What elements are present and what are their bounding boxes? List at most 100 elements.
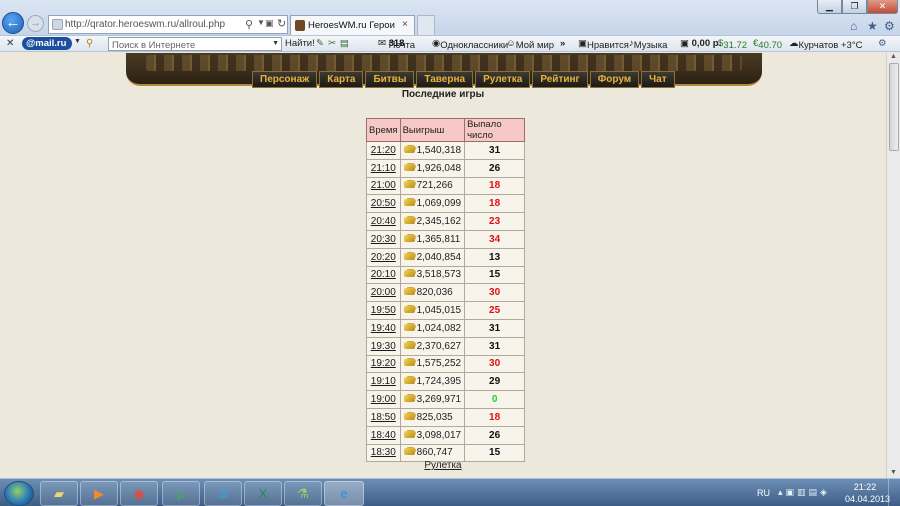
nav-item-4[interactable]: Рулетка (475, 71, 531, 88)
clock-date[interactable]: 04.04.2013 (845, 494, 890, 504)
more-button[interactable]: » (560, 38, 565, 49)
mail-button[interactable]: ✉ Почта 318 (378, 38, 415, 51)
utorrent-icon[interactable]: µ (162, 481, 200, 506)
search-icon[interactable]: ⚲ (245, 18, 253, 31)
find-button[interactable]: Найти! (285, 38, 315, 49)
game-time-link[interactable]: 20:40 (371, 216, 396, 227)
nav-item-3[interactable]: Таверна (416, 71, 474, 88)
scroll-down-icon[interactable]: ▼ (890, 469, 897, 476)
game-time-link[interactable]: 19:10 (371, 376, 396, 387)
number-cell: 30 (464, 283, 526, 303)
music-button[interactable]: ♪ Музыка (629, 38, 667, 51)
game-time-link[interactable]: 20:30 (371, 234, 396, 245)
compat-view-icon[interactable]: ▣ (265, 18, 274, 29)
win-cell: 1,575,252 (399, 354, 466, 374)
time-cell: 20:20 (366, 247, 401, 267)
time-cell: 21:00 (366, 176, 401, 196)
game-time-link[interactable]: 20:50 (371, 198, 396, 209)
close-icon[interactable]: ✕ (6, 38, 14, 49)
eur-value: 40.70 (758, 40, 783, 51)
roulette-link[interactable]: Рулетка (0, 460, 886, 471)
explorer-icon[interactable]: ▰ (40, 481, 78, 506)
table-row: 20:20 2,040,854 13 (366, 247, 526, 267)
number-cell: 31 (464, 141, 526, 160)
home-icon[interactable]: ⌂ (850, 19, 857, 33)
maximize-button[interactable]: ❐ (842, 0, 867, 14)
game-time-link[interactable]: 19:50 (371, 305, 396, 316)
game-time-link[interactable]: 21:00 (371, 180, 396, 191)
refresh-icon[interactable]: ↻ (277, 17, 286, 30)
star-icon[interactable]: ★ (867, 19, 878, 33)
eur-rate[interactable]: €40.70 (753, 38, 782, 51)
toolbar-extra-icon[interactable]: ⚙ (878, 38, 887, 49)
myworld-button[interactable]: ☺ Мой мир (506, 38, 554, 51)
site-icon (52, 19, 63, 30)
usd-rate[interactable]: $31.72 (718, 38, 747, 51)
language-indicator[interactable]: RU (757, 488, 770, 498)
nav-item-0[interactable]: Персонаж (252, 71, 318, 88)
nav-item-5[interactable]: Рейтинг (532, 71, 588, 88)
address-bar[interactable]: http://qrator.heroeswm.ru/allroul.php ⚲ … (48, 15, 288, 34)
scrollbar[interactable]: ▲ ▼ (886, 53, 900, 478)
nav-item-7[interactable]: Чат (641, 71, 675, 88)
toolbar-tools-icon[interactable]: ✎✂▤ (316, 38, 353, 49)
start-button[interactable] (4, 481, 34, 506)
number-cell: 31 (464, 318, 526, 338)
nav-item-2[interactable]: Битвы (365, 71, 415, 88)
internet-explorer-icon[interactable]: e (324, 481, 364, 506)
page-content: Персонаж Карта Битвы Таверна Рулетка Рейтинг Ф… (0, 53, 886, 478)
scroll-up-icon[interactable]: ▲ (890, 53, 897, 60)
forward-button[interactable]: → (27, 15, 44, 32)
chrome-icon[interactable]: ◉ (120, 481, 158, 506)
window-close-button[interactable]: ✕ (867, 0, 898, 14)
gold-icon (403, 448, 415, 456)
mailru-logo[interactable]: @mail.ru (22, 37, 72, 50)
game-time-link[interactable]: 18:40 (371, 430, 396, 441)
chevron-down-icon[interactable]: ▼ (272, 40, 279, 47)
tray-icons[interactable]: ▴▣▥▤◈ (778, 487, 830, 498)
table-row: 18:50 825,035 18 (366, 407, 526, 427)
search-input[interactable]: Поиск в Интернете ▼ (108, 37, 282, 51)
skype-icon[interactable]: S (204, 481, 242, 506)
table-row: 20:00 820,036 30 (366, 283, 526, 303)
chevron-down-icon[interactable]: ▼ (257, 18, 265, 27)
gear-icon[interactable]: ⚙ (884, 19, 895, 33)
game-time-link[interactable]: 20:10 (371, 269, 396, 280)
media-player-icon[interactable]: ▶ (80, 481, 118, 506)
gold-icon (403, 341, 415, 349)
close-icon[interactable]: × (402, 19, 408, 30)
clock-time[interactable]: 21:22 (847, 482, 883, 492)
money-widget[interactable]: ▣ 0,00 р. (680, 38, 721, 49)
game-time-link[interactable]: 21:20 (371, 145, 396, 156)
game-time-link[interactable]: 21:10 (371, 163, 396, 174)
scroll-thumb[interactable] (889, 63, 899, 151)
search-icon[interactable]: ⚲ (86, 38, 93, 49)
table-row: 21:20 1,540,318 31 (366, 141, 526, 160)
nav-item-1[interactable]: Карта (319, 71, 364, 88)
weather-widget[interactable]: ☁ Курчатов +3°С (789, 38, 862, 51)
game-time-link[interactable]: 18:50 (371, 412, 396, 423)
nav-item-6[interactable]: Форум (589, 71, 640, 88)
game-time-link[interactable]: 18:30 (371, 447, 396, 458)
game-time-link[interactable]: 19:20 (371, 358, 396, 369)
tab-heroeswm[interactable]: HeroesWM.ru Герои войн... × (290, 15, 415, 35)
new-tab-button[interactable] (417, 15, 435, 35)
game-time-link[interactable]: 20:00 (371, 287, 396, 298)
game-time-link[interactable]: 19:00 (371, 394, 396, 405)
game-time-link[interactable]: 20:20 (371, 252, 396, 263)
time-cell: 20:40 (366, 212, 401, 231)
chevron-down-icon[interactable]: ▼ (74, 38, 81, 45)
game-time-link[interactable]: 19:30 (371, 341, 396, 352)
time-cell: 19:30 (366, 336, 401, 356)
like-button[interactable]: ▣ Нравится (578, 38, 629, 51)
gold-icon (403, 412, 415, 420)
url-text[interactable]: http://qrator.heroeswm.ru/allroul.php (65, 19, 225, 30)
table-row: 19:50 1,045,015 25 (366, 301, 526, 320)
app-icon[interactable]: ⚗ (284, 481, 322, 506)
odnoklassniki-button[interactable]: ◉ Одноклассники (432, 38, 508, 51)
show-desktop-button[interactable] (888, 479, 900, 506)
excel-icon[interactable]: X (244, 481, 282, 506)
minimize-button[interactable]: ▁ (817, 0, 842, 14)
back-button[interactable]: ← (2, 12, 24, 34)
game-time-link[interactable]: 19:40 (371, 323, 396, 334)
